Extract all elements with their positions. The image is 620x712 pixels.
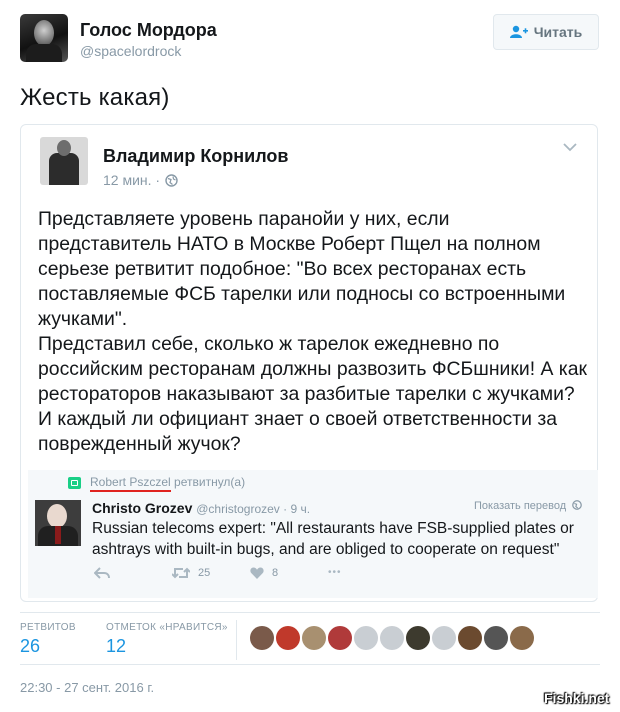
tweet-timestamp[interactable]: 22:30 - 27 сент. 2016 г.	[20, 680, 154, 695]
retweets-label[interactable]: РЕТВИТОВ	[20, 622, 76, 633]
liker-avatar[interactable]	[302, 626, 326, 650]
author-avatar[interactable]	[20, 14, 68, 62]
quoted-author-name[interactable]: Владимир Корнилов	[103, 146, 288, 167]
like-count: 8	[272, 567, 279, 579]
like-action[interactable]: 8	[250, 567, 278, 579]
follow-label: Читать	[533, 24, 583, 40]
likes-label[interactable]: ОТМЕТОК «НРАВИТСЯ»	[106, 622, 228, 633]
retweeter-name[interactable]: Robert Pszczel	[90, 475, 171, 492]
retweet-count: 25	[198, 567, 211, 579]
quoted-time: 12 мин. ·	[103, 172, 178, 188]
quoted-avatar[interactable]	[40, 137, 88, 185]
globe-icon	[165, 173, 178, 187]
liker-avatar[interactable]	[354, 626, 378, 650]
liker-avatar[interactable]	[510, 626, 534, 650]
reply-action[interactable]	[94, 567, 110, 579]
more-actions[interactable]: •••	[328, 567, 342, 578]
tweet-text: Жесть какая)	[20, 84, 170, 111]
retweeted-by: Robert Pszczel ретвитнул(а)	[90, 475, 246, 492]
author-handle[interactable]: @spacelordrock	[80, 43, 181, 59]
translate-label[interactable]: Показать перевод	[474, 500, 566, 512]
quoted-time-text: 12 мин. ·	[103, 172, 161, 188]
quoted-tweet-text: Представляете уровень паранойи у них, ес…	[38, 207, 588, 457]
embedded-author-name[interactable]: Christo Grozev	[92, 500, 192, 516]
retweet-icon	[68, 477, 81, 489]
retweet-action[interactable]: 25	[172, 567, 210, 579]
liker-avatar[interactable]	[458, 626, 482, 650]
liker-avatar[interactable]	[406, 626, 430, 650]
retweet-action-icon	[172, 567, 190, 579]
globe-icon	[572, 500, 583, 510]
reply-icon	[94, 567, 110, 579]
embedded-tweet-text: Russian telecoms expert: "All restaurant…	[92, 520, 574, 558]
quoted-paragraph-2: Представил себе, сколько ж тарелок ежедн…	[38, 333, 587, 455]
embedded-author: Christo Grozev @christogrozev · 9 ч.	[92, 500, 310, 516]
liker-avatar[interactable]	[250, 626, 274, 650]
watermark: Fishki.net	[544, 690, 610, 706]
stats-divider-bottom	[20, 664, 600, 665]
liker-avatar[interactable]	[484, 626, 508, 650]
likes-count[interactable]: 12	[106, 636, 126, 657]
stats-divider-top	[20, 612, 600, 613]
quoted-paragraph-1: Представляете уровень паранойи у них, ес…	[38, 208, 566, 330]
more-icon: •••	[328, 567, 342, 578]
follow-button[interactable]: Читать	[493, 14, 599, 50]
liker-avatars	[250, 626, 534, 650]
chevron-down-icon[interactable]	[562, 140, 578, 154]
author-name[interactable]: Голос Мордора	[80, 20, 217, 41]
liker-avatar[interactable]	[432, 626, 456, 650]
liker-avatar[interactable]	[328, 626, 352, 650]
embedded-author-handle[interactable]: @christogrozev · 9 ч.	[196, 502, 310, 516]
retweeted-suffix: ретвитнул(а)	[174, 475, 246, 489]
show-translation-link[interactable]: Показать перевод	[474, 500, 583, 512]
add-user-icon	[509, 25, 528, 38]
liker-avatar[interactable]	[276, 626, 300, 650]
embedded-avatar[interactable]	[35, 500, 81, 546]
stats-separator	[236, 620, 237, 660]
liker-avatar[interactable]	[380, 626, 404, 650]
retweets-count[interactable]: 26	[20, 636, 40, 657]
heart-icon	[250, 567, 264, 579]
